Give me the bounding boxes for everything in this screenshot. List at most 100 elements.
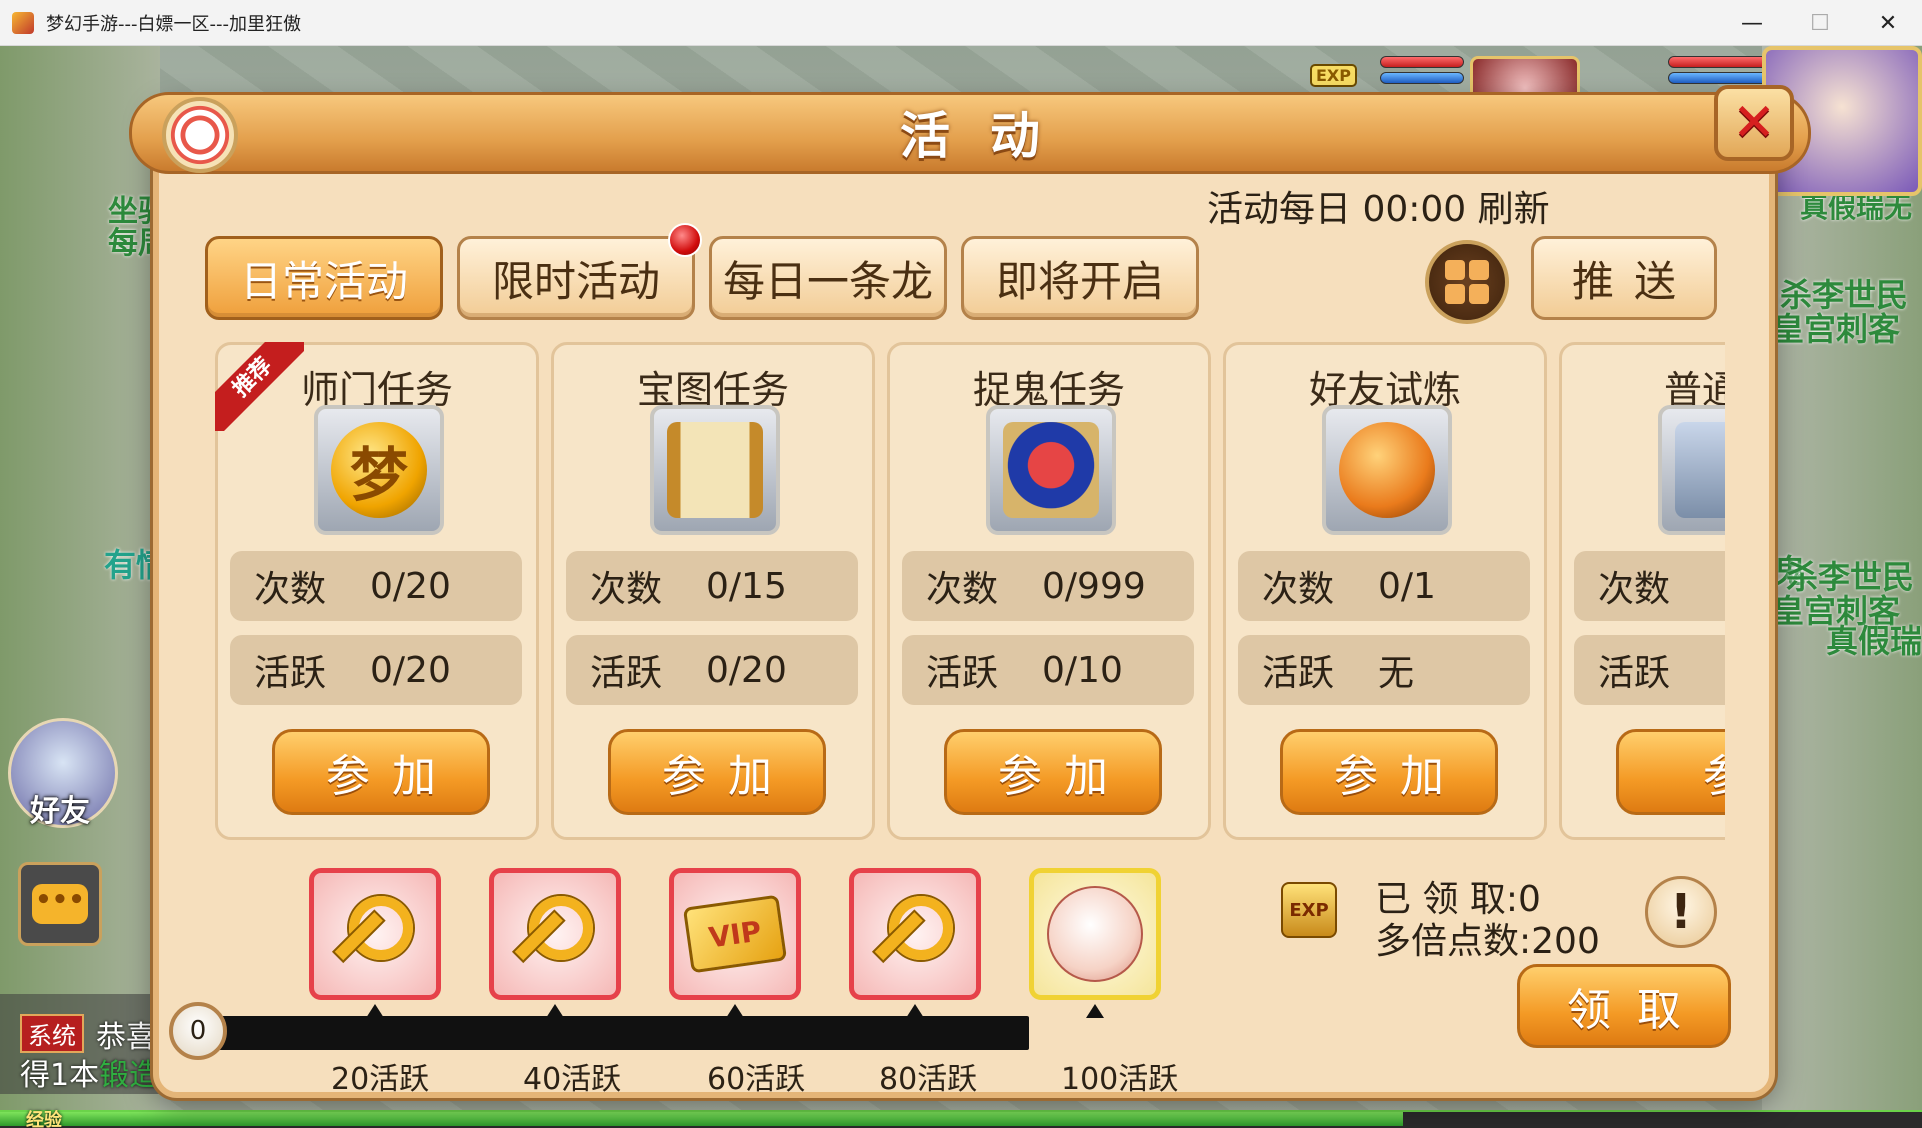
activity-icon-frame[interactable] xyxy=(650,405,780,535)
dialog-title: 活动 xyxy=(900,107,1080,165)
treasure-chest-icon xyxy=(1675,422,1725,518)
count-row: 次数 0/1 xyxy=(1238,551,1530,621)
mp-bar xyxy=(1668,72,1768,84)
system-message-highlight: 锻造 xyxy=(99,1058,160,1093)
join-button[interactable]: 参 xyxy=(1616,729,1725,815)
activity-tabs: 日常活动 限时活动 每日一条龙 即将开启 xyxy=(205,223,1199,320)
activity-cards-viewport[interactable]: 推荐 师门任务 梦 次数 0/20 活跃 0/20 参加 宝图任务 次数 0/15 活… xyxy=(215,342,1725,840)
activity-card: 普通挑 次数 活跃 参 xyxy=(1559,342,1725,840)
system-badge: 系统 xyxy=(20,1014,84,1053)
mp-bar xyxy=(1380,72,1464,84)
target-hp-bars xyxy=(1380,56,1464,88)
milestone-marker xyxy=(366,1004,384,1018)
grid-menu-icon xyxy=(1445,260,1465,280)
join-button[interactable]: 参加 xyxy=(1280,729,1498,815)
close-window-button[interactable]: ✕ xyxy=(1854,0,1922,46)
window-title: 梦幻手游---白嫖一区---加里狂傲 xyxy=(46,13,301,35)
lucky-bag-icon xyxy=(1047,886,1143,982)
ghost-mask-icon xyxy=(1003,422,1099,518)
active-row: 活跃 无 xyxy=(1238,635,1530,705)
active-value: 0/20 xyxy=(370,649,451,691)
count-value: 0/15 xyxy=(706,565,787,607)
grid-menu-button[interactable] xyxy=(1425,240,1509,324)
close-button[interactable]: ✕ xyxy=(1714,85,1794,161)
minimize-button[interactable]: — xyxy=(1718,0,1786,46)
count-value: 0/1 xyxy=(1378,565,1436,607)
multiplier-points: 多倍点数:200 xyxy=(1375,921,1600,962)
exp-label: 经验 xyxy=(26,1110,62,1128)
activity-icon-frame[interactable]: 梦 xyxy=(314,405,444,535)
join-button[interactable]: 参加 xyxy=(608,729,826,815)
count-row: 次数 0/15 xyxy=(566,551,858,621)
active-row: 活跃 xyxy=(1574,635,1725,705)
exp-badge: EXP xyxy=(1310,64,1357,87)
maximize-button[interactable]: ☐ xyxy=(1786,0,1854,46)
milestone-label: 40活跃 xyxy=(523,1062,622,1097)
milestone-marker xyxy=(726,1004,744,1018)
join-button[interactable]: 参加 xyxy=(944,729,1162,815)
active-value: 0/20 xyxy=(706,649,787,691)
activity-progress-value: 0 xyxy=(169,1002,227,1060)
gold-key-icon xyxy=(873,892,957,976)
tab-limited[interactable]: 限时活动 xyxy=(457,223,702,320)
milestone-marker xyxy=(1086,1004,1104,1018)
chat-button[interactable]: ••• xyxy=(18,862,102,946)
reward-chest-100[interactable] xyxy=(1029,868,1161,1000)
claim-button[interactable]: 领取 xyxy=(1517,964,1731,1048)
chat-bubble-icon: ••• xyxy=(32,884,88,924)
count-label: 次数 xyxy=(1598,569,1671,610)
npc-label: 真假瑞 xyxy=(1826,622,1922,660)
activity-icon-frame[interactable] xyxy=(1322,405,1452,535)
info-button[interactable]: ! xyxy=(1645,876,1717,948)
push-button[interactable]: 推送 xyxy=(1531,236,1717,320)
active-value: 无 xyxy=(1378,653,1415,694)
tab-label: 限时活动 xyxy=(491,256,660,306)
exp-bar-fill xyxy=(0,1112,1404,1126)
count-row: 次数 0/20 xyxy=(230,551,522,621)
tab-daily-dragon[interactable]: 每日一条龙 xyxy=(709,236,947,320)
active-row: 活跃 0/20 xyxy=(230,635,522,705)
gold-key-icon xyxy=(513,892,597,976)
activity-card: 宝图任务 次数 0/15 活跃 0/20 参加 xyxy=(551,342,875,840)
count-value: 0/20 xyxy=(370,565,451,607)
active-row: 活跃 0/10 xyxy=(902,635,1194,705)
activity-icon-frame[interactable] xyxy=(986,405,1116,535)
active-value: 0/10 xyxy=(1042,649,1123,691)
activity-icon-frame[interactable] xyxy=(1658,405,1725,535)
milestone-label: 100活跃 xyxy=(1061,1062,1179,1097)
activity-card: 捉鬼任务 次数 0/999 活跃 0/10 参加 xyxy=(887,342,1211,840)
friend-label: 好友 xyxy=(30,794,90,829)
count-label: 次数 xyxy=(926,569,999,610)
reward-chest-60[interactable]: VIP xyxy=(669,868,801,1000)
refresh-note: 活动每日 00:00 刷新 xyxy=(1207,189,1550,230)
milestone-label: 20活跃 xyxy=(331,1062,430,1097)
exp-bar xyxy=(0,1110,1922,1128)
reward-chest-40[interactable] xyxy=(489,868,621,1000)
npc-label: 皇宫刺客 xyxy=(1772,310,1901,348)
tab-daily[interactable]: 日常活动 xyxy=(205,236,443,320)
close-x-icon: ✕ xyxy=(1732,93,1776,153)
active-label: 活跃 xyxy=(1262,653,1335,694)
join-button[interactable]: 参加 xyxy=(272,729,490,815)
lantern-icon xyxy=(1339,422,1435,518)
activity-card: 推荐 师门任务 梦 次数 0/20 活跃 0/20 参加 xyxy=(215,342,539,840)
count-row: 次数 xyxy=(1574,551,1725,621)
gold-key-icon xyxy=(333,892,417,976)
app-icon xyxy=(12,11,34,34)
activity-cards: 推荐 师门任务 梦 次数 0/20 活跃 0/20 参加 宝图任务 次数 0/15 活… xyxy=(215,342,1725,840)
active-label: 活跃 xyxy=(926,653,999,694)
tab-upcoming[interactable]: 即将开启 xyxy=(961,236,1199,320)
system-message-line2: 得1本锻造 xyxy=(20,1050,159,1094)
reward-chest-20[interactable] xyxy=(309,868,441,1000)
exp-multiplier-icon: EXP xyxy=(1281,882,1337,938)
count-row: 次数 0/999 xyxy=(902,551,1194,621)
window-titlebar: 梦幻手游---白嫖一区---加里狂傲 — ☐ ✕ xyxy=(0,0,1922,46)
reward-chest-80[interactable] xyxy=(849,868,981,1000)
active-label: 活跃 xyxy=(254,653,327,694)
vip-card-icon: VIP xyxy=(682,894,788,974)
count-label: 次数 xyxy=(254,569,327,610)
activity-progress-track xyxy=(189,1016,1029,1050)
activity-card: 好友试炼 次数 0/1 活跃无 参加 xyxy=(1223,342,1547,840)
window-controls: — ☐ ✕ xyxy=(1718,0,1922,46)
active-row: 活跃 0/20 xyxy=(566,635,858,705)
